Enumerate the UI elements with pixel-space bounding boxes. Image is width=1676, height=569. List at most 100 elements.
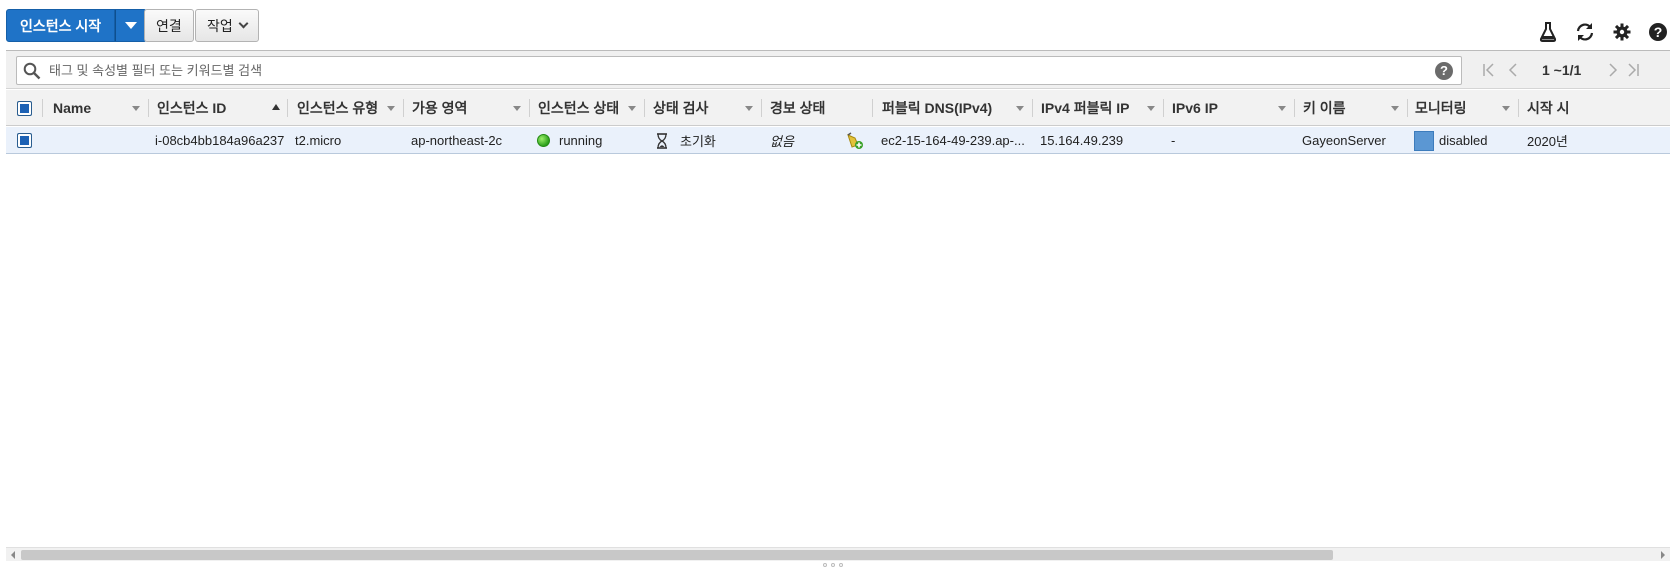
column-divider — [42, 99, 43, 117]
column-header-ipv6[interactable]: IPv6 IP — [1172, 90, 1218, 126]
connect-button[interactable]: 연결 — [144, 9, 194, 42]
chevron-down-icon — [238, 18, 249, 29]
column-header-launch-time[interactable]: 시작 시 — [1527, 90, 1670, 126]
cell-instance-state: running — [537, 127, 602, 154]
column-menu-icon[interactable] — [132, 106, 140, 111]
column-header-name[interactable]: Name — [53, 90, 91, 126]
column-divider — [644, 99, 645, 117]
launch-instance-dropdown-button[interactable] — [115, 9, 148, 42]
filter-bar: ? 1 ~1/1 — [6, 51, 1670, 89]
column-header-label: 가용 영역 — [412, 100, 468, 116]
scroll-right-icon[interactable] — [1661, 551, 1665, 559]
cell-ipv6: - — [1171, 133, 1176, 148]
column-header-availability-zone[interactable]: 가용 영역 — [412, 90, 467, 126]
search-icon — [23, 62, 41, 80]
svg-text:?: ? — [1654, 24, 1663, 40]
scroll-left-icon[interactable] — [11, 551, 15, 559]
cell-instance-id: i-08cb4bb184a96a237 — [155, 133, 285, 148]
horizontal-scrollbar[interactable] — [6, 547, 1670, 561]
grip-dot — [839, 563, 843, 567]
resize-handle[interactable] — [823, 563, 853, 569]
previous-page-icon[interactable] — [1508, 62, 1518, 78]
column-divider — [148, 99, 149, 117]
column-header-label: 인스턴스 ID — [157, 100, 227, 116]
search-box: ? — [16, 56, 1462, 85]
column-header-instance-id[interactable]: 인스턴스 ID — [157, 90, 226, 126]
toolbar: 인스턴스 시작 연결 작업 ? — [0, 0, 1676, 50]
search-help-icon[interactable]: ? — [1435, 62, 1453, 80]
column-header-label: 퍼블릭 DNS(IPv4) — [882, 100, 993, 116]
column-divider — [529, 99, 530, 117]
column-menu-icon[interactable] — [745, 106, 753, 111]
column-divider — [1163, 99, 1164, 117]
cell-availability-zone: ap-northeast-2c — [411, 133, 503, 148]
column-menu-icon[interactable] — [628, 106, 636, 111]
column-menu-icon[interactable] — [1278, 106, 1286, 111]
column-header-status-check[interactable]: 상태 검사 — [653, 90, 708, 126]
column-menu-icon[interactable] — [1016, 106, 1024, 111]
last-page-icon[interactable] — [1626, 62, 1640, 78]
column-menu-icon[interactable] — [1147, 106, 1155, 111]
hourglass-icon — [656, 132, 668, 149]
monitoring-disabled-icon — [1414, 130, 1434, 151]
first-page-icon[interactable] — [1482, 62, 1496, 78]
create-alarm-icon[interactable] — [846, 127, 864, 154]
grip-dot — [831, 563, 835, 567]
launch-instance-button-group: 인스턴스 시작 — [6, 9, 148, 42]
column-header-label: 경보 상태 — [770, 100, 826, 116]
actions-button[interactable]: 작업 — [195, 9, 259, 42]
refresh-icon[interactable] — [1573, 20, 1597, 44]
row-checkbox[interactable] — [17, 133, 32, 148]
column-header-monitoring[interactable]: 모니터링 — [1415, 90, 1467, 126]
cell-public-dns: ec2-15-164-49-239.ap-... — [881, 133, 1025, 148]
column-menu-icon[interactable] — [1391, 106, 1399, 111]
sort-ascending-icon[interactable] — [272, 104, 280, 110]
gear-icon[interactable] — [1610, 20, 1634, 44]
column-header-alarm-status[interactable]: 경보 상태 — [770, 90, 825, 126]
column-divider — [761, 99, 762, 117]
select-all-checkbox[interactable] — [17, 101, 32, 116]
column-header-label: 인스턴스 유형 — [297, 100, 379, 116]
column-header-label: IPv6 IP — [1172, 100, 1218, 116]
column-header-public-dns[interactable]: 퍼블릭 DNS(IPv4) — [882, 90, 992, 126]
column-divider — [287, 99, 288, 117]
column-header-instance-type[interactable]: 인스턴스 유형 — [297, 90, 378, 126]
chevron-down-icon — [125, 22, 138, 29]
search-input[interactable] — [47, 57, 1427, 84]
cell-monitoring: disabled — [1414, 127, 1487, 154]
column-divider — [1032, 99, 1033, 117]
column-header-key-name[interactable]: 키 이름 — [1303, 90, 1346, 126]
pagination: 1 ~1/1 — [1482, 51, 1662, 89]
column-header-label: Name — [53, 100, 92, 116]
column-header-label: 상태 검사 — [653, 100, 709, 116]
column-header-ipv4[interactable]: IPv4 퍼블릭 IP — [1041, 90, 1129, 126]
column-header-label: 인스턴스 상태 — [538, 100, 620, 116]
flask-icon[interactable] — [1536, 20, 1560, 44]
cell-key-name: GayeonServer — [1302, 133, 1386, 148]
table-row[interactable]: i-08cb4bb184a96a237 t2.micro ap-northeas… — [6, 127, 1670, 154]
cell-launch-time: 2020년 — [1527, 134, 1568, 149]
column-menu-icon[interactable] — [1502, 106, 1510, 111]
connect-button-label: 연결 — [156, 17, 182, 34]
actions-button-label: 작업 — [207, 17, 233, 34]
launch-instance-button[interactable]: 인스턴스 시작 — [6, 9, 116, 42]
help-icon[interactable]: ? — [1646, 20, 1670, 44]
column-header-instance-state[interactable]: 인스턴스 상태 — [538, 90, 619, 126]
column-divider — [872, 99, 873, 117]
grip-dot — [823, 563, 827, 567]
status-check-text: 초기화 — [680, 134, 716, 149]
scrollbar-thumb[interactable] — [21, 550, 1333, 560]
column-divider — [1518, 99, 1519, 117]
table-header: Name 인스턴스 ID 인스턴스 유형 가용 영역 인스턴스 상태 상태 검사… — [6, 90, 1670, 126]
column-header-label: 모니터링 — [1415, 100, 1467, 116]
running-status-icon — [537, 134, 550, 147]
cell-instance-type: t2.micro — [295, 133, 342, 148]
column-divider — [403, 99, 404, 117]
column-menu-icon[interactable] — [513, 106, 521, 111]
column-divider — [1294, 99, 1295, 117]
next-page-icon[interactable] — [1608, 62, 1618, 78]
pagination-range: 1 ~1/1 — [1542, 62, 1582, 78]
column-menu-icon[interactable] — [387, 106, 395, 111]
cell-status-check: 초기화 — [656, 127, 716, 154]
column-divider — [1407, 99, 1408, 117]
